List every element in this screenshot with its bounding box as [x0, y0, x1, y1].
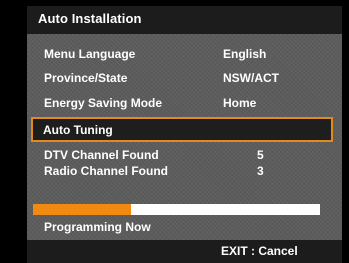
dtv-channel-found-count: 5	[257, 148, 264, 162]
province-state-value: NSW/ACT	[223, 71, 279, 85]
radio-channel-found-label: Radio Channel Found	[44, 164, 168, 178]
status-text: Programming Now	[44, 220, 151, 234]
progress-bar	[33, 204, 320, 215]
footer-bar: EXIT : Cancel	[27, 240, 342, 263]
menu-item-menu-language[interactable]: Menu Language English	[27, 44, 342, 64]
energy-saving-mode-value: Home	[223, 96, 257, 110]
exit-cancel-hint[interactable]: EXIT : Cancel	[221, 244, 298, 258]
menu-panel: Menu Language English Province/State NSW…	[27, 34, 342, 240]
menu-language-label: Menu Language	[44, 47, 136, 61]
progress-bar-fill	[33, 204, 131, 215]
energy-saving-mode-label: Energy Saving Mode	[44, 96, 163, 110]
menu-item-auto-tuning[interactable]: Auto Tuning	[31, 117, 333, 142]
province-state-label: Province/State	[44, 71, 128, 85]
dtv-channel-found-label: DTV Channel Found	[44, 148, 159, 162]
menu-language-value: English	[223, 47, 267, 61]
auto-installation-screen: Auto Installation Menu Language English …	[0, 0, 349, 263]
auto-tuning-label: Auto Tuning	[43, 123, 113, 137]
menu-item-energy-saving-mode[interactable]: Energy Saving Mode Home	[27, 93, 342, 113]
menu-item-province-state[interactable]: Province/State NSW/ACT	[27, 68, 342, 88]
page-title: Auto Installation	[38, 11, 142, 26]
title-bar: Auto Installation	[27, 6, 342, 34]
radio-channel-found-row: Radio Channel Found 3	[27, 161, 342, 181]
radio-channel-found-count: 3	[257, 164, 264, 178]
